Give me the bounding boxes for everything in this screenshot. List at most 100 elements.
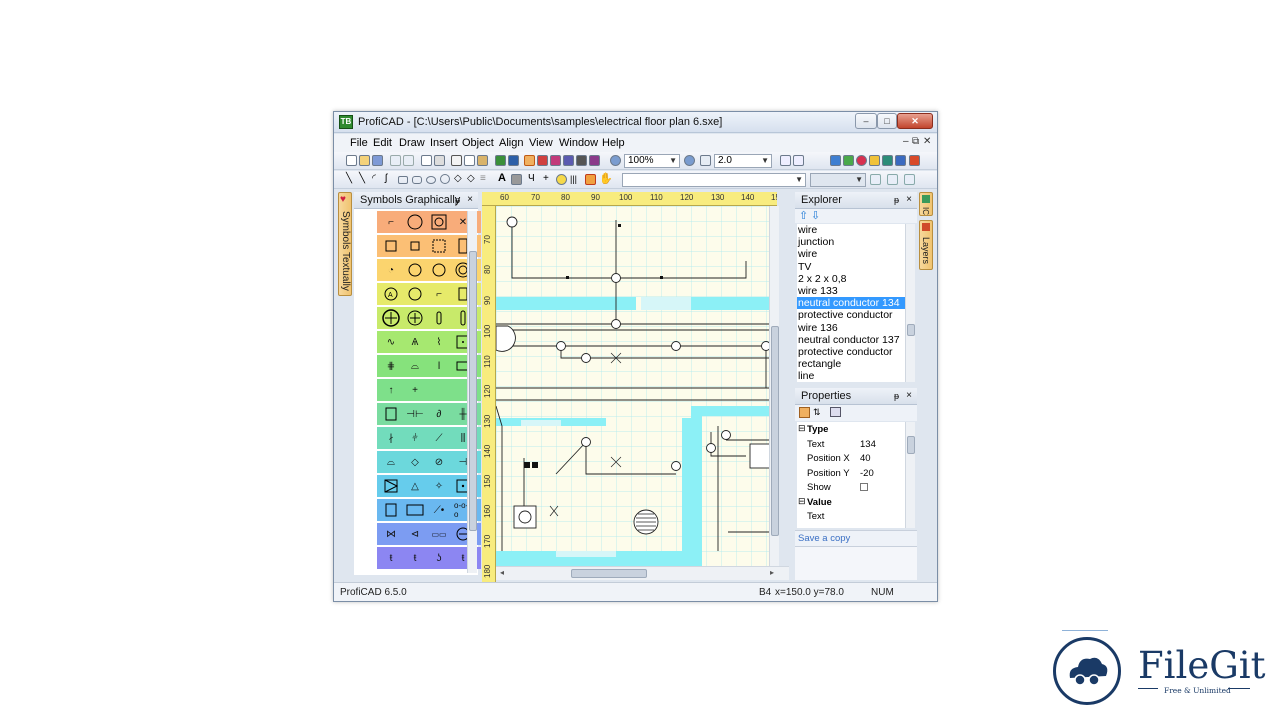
collapse-icon[interactable]: ⊟ — [798, 423, 806, 434]
canvas-horizontal-scrollbar[interactable]: ◂ ▸ — [496, 566, 789, 580]
close-icon[interactable]: × — [906, 192, 912, 208]
rounded-rect-tool-icon[interactable] — [412, 176, 422, 184]
property-group-type[interactable]: ⊟ Type — [797, 422, 905, 437]
contactor-symbol[interactable] — [382, 405, 400, 423]
text-tool-icon[interactable] — [524, 155, 535, 166]
polyline-tool-icon[interactable]: ╲ — [359, 173, 370, 184]
list-item[interactable]: rectangle — [797, 358, 905, 370]
bell-symbol[interactable]: ⌓ — [406, 357, 424, 375]
shape-tool-icon[interactable]: ◇ — [467, 173, 478, 184]
list-item-selected[interactable]: neutral conductor 134 — [797, 297, 905, 310]
thermal-symbol[interactable]: ∂ — [430, 405, 448, 423]
menu-view[interactable]: View — [529, 137, 553, 149]
meter-symbol[interactable] — [430, 261, 448, 279]
bridge-symbol[interactable]: ▭▭ — [430, 525, 448, 543]
close-icon[interactable]: × — [906, 388, 912, 404]
list-item[interactable]: neutral conductor 137 — [797, 334, 905, 346]
heart-icon[interactable] — [856, 155, 867, 166]
back-icon[interactable] — [589, 155, 600, 166]
plus-symbol[interactable]: + — [406, 381, 424, 399]
arrow-up-icon[interactable]: ⇧ — [799, 209, 808, 222]
save-icon[interactable] — [372, 155, 383, 166]
plus-circle-thin-symbol[interactable] — [406, 309, 424, 327]
redo-icon[interactable] — [403, 155, 414, 166]
menu-align[interactable]: Align — [499, 137, 523, 149]
layout-icon[interactable] — [793, 155, 804, 166]
canvas-vertical-scrollbar[interactable] — [769, 206, 779, 566]
list-item[interactable]: TV — [797, 261, 905, 273]
scrollbar-thumb[interactable] — [907, 436, 915, 454]
transistor-b-symbol[interactable]: ŧ — [406, 549, 424, 567]
save-copy-link[interactable]: Save a copy — [798, 533, 850, 544]
tab-symbols-textually[interactable]: ♥ Symbols Textually — [338, 192, 352, 296]
socket-symbol[interactable] — [430, 213, 448, 231]
menu-window[interactable]: Window — [559, 137, 598, 149]
line-tool-icon[interactable]: ╲ — [346, 173, 357, 184]
italic-icon[interactable] — [887, 174, 898, 185]
switch-vertical-symbol[interactable]: ǀ — [430, 357, 448, 375]
scrollbar-thumb[interactable] — [907, 324, 915, 336]
arc-tool-icon[interactable]: ◜ — [372, 173, 383, 184]
varistor-symbol[interactable]: ⟋ — [430, 429, 448, 447]
mdi-restore-button[interactable]: ⧉ — [912, 136, 919, 147]
lamp-symbol[interactable] — [406, 261, 424, 279]
circle-tool-icon[interactable] — [440, 174, 450, 184]
symbols-scrollbar[interactable] — [467, 211, 477, 573]
menu-file[interactable]: File — [350, 137, 368, 149]
property-value[interactable]: 134 — [860, 439, 876, 450]
hatch-tool-icon[interactable]: ≡ — [480, 173, 491, 184]
scrollbar-thumb[interactable] — [571, 569, 647, 578]
pin-icon[interactable]: ᵽ — [894, 192, 899, 208]
monitor-icon[interactable] — [508, 155, 519, 166]
bold-icon[interactable] — [870, 174, 881, 185]
undo-icon[interactable] — [390, 155, 401, 166]
pin-icon[interactable]: ᵽ — [894, 388, 899, 404]
list-item[interactable]: wire — [797, 248, 905, 260]
open-icon[interactable] — [359, 155, 370, 166]
diamond-symbol[interactable]: ◇ — [406, 453, 424, 471]
property-group-value[interactable]: ⊟ Value — [797, 495, 905, 510]
tab-ic[interactable]: IC — [919, 192, 933, 216]
chevron-left-icon[interactable]: ◂ — [500, 568, 504, 577]
categorized-icon[interactable] — [799, 407, 810, 418]
junction-tool-icon[interactable]: + — [543, 173, 554, 184]
list-item[interactable]: protective conductor — [797, 309, 905, 321]
list-item[interactable]: line — [797, 370, 905, 382]
menu-draw[interactable]: Draw — [399, 137, 425, 149]
drawing-canvas[interactable] — [496, 206, 779, 566]
property-row[interactable]: Position Y -20 — [797, 466, 905, 481]
property-row[interactable]: Text 134 — [797, 437, 905, 452]
breaker-symbol[interactable]: ∤ — [382, 429, 400, 447]
print-preview-icon[interactable] — [421, 155, 432, 166]
close-button[interactable]: ✕ — [897, 113, 933, 129]
arrange-icon[interactable] — [576, 155, 587, 166]
coil-symbol[interactable]: ⊣⊢ — [406, 405, 424, 423]
fuse-symbol[interactable] — [406, 237, 424, 255]
export-image-icon[interactable] — [495, 155, 506, 166]
cable-tool-icon[interactable] — [556, 174, 567, 185]
pin-icon[interactable]: ᵽ — [455, 192, 460, 208]
sort-alpha-icon[interactable]: ⇅ — [813, 407, 821, 418]
ammeter-symbol[interactable]: A — [382, 285, 400, 303]
menu-edit[interactable]: Edit — [373, 137, 392, 149]
arrow-up-symbol[interactable]: ↑ — [382, 381, 400, 399]
triangle-symbol[interactable]: △ — [406, 477, 424, 495]
mirror-icon[interactable] — [550, 155, 561, 166]
flip-icon[interactable] — [537, 155, 548, 166]
layer-select[interactable]: ▼ — [622, 173, 806, 187]
diode-symbol[interactable]: ⋈ — [382, 525, 400, 543]
switch-symbol[interactable]: ⌐ — [382, 213, 400, 231]
style-select[interactable]: ▼ — [810, 173, 866, 187]
menu-insert[interactable]: Insert — [430, 137, 458, 149]
select-tool-icon[interactable] — [585, 174, 596, 185]
show-checkbox[interactable] — [860, 483, 868, 491]
pushbutton-symbol[interactable] — [382, 501, 400, 519]
menu-help[interactable]: Help — [602, 137, 625, 149]
list-item[interactable]: protective conductor — [797, 346, 905, 358]
list-item[interactable]: wire — [797, 224, 905, 236]
underline-icon[interactable] — [904, 174, 915, 185]
thyristor-symbol[interactable]: ʖ — [430, 549, 448, 567]
hand-tool-icon[interactable]: ✋ — [599, 172, 613, 185]
bus-tool-icon[interactable]: ||| — [570, 174, 581, 185]
minimize-button[interactable]: – — [855, 113, 877, 129]
